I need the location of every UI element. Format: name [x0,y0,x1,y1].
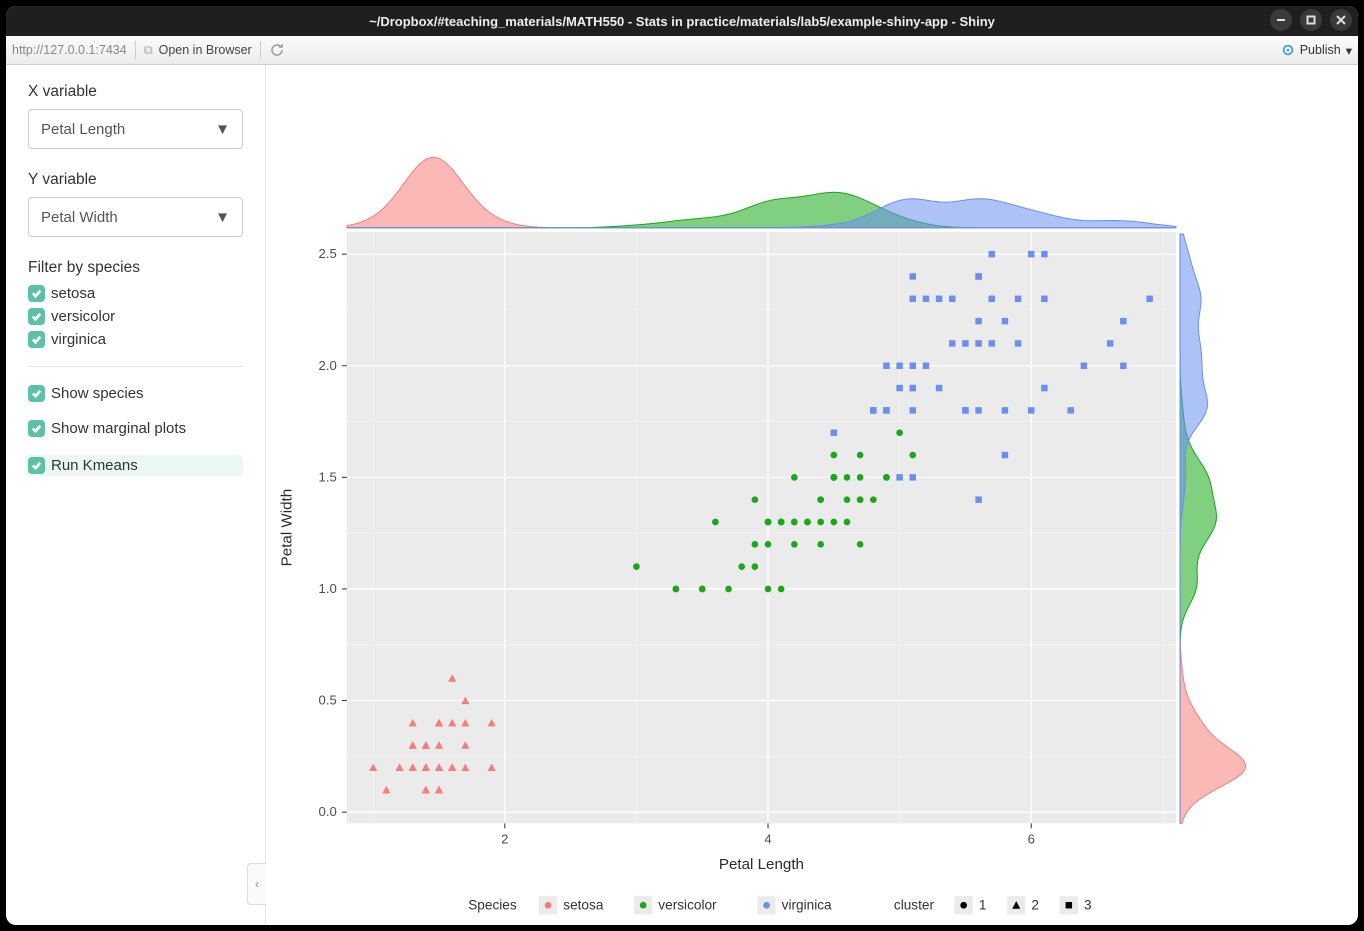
checkbox-show-species[interactable] [28,385,45,402]
xvar-select[interactable]: Petal Length ▼ [28,109,243,149]
svg-text:0.5: 0.5 [319,693,337,708]
window-titlebar: ~/Dropbox/#teaching_materials/MATH550 - … [6,6,1358,36]
svg-text:0.0: 0.0 [319,804,337,819]
scatter-plot: 2 4 6 0.0 0.5 1.0 1.5 2.0 2.5 Petal Length Petal W… [266,65,1358,925]
svg-text:6: 6 [1028,832,1035,847]
plot-area: 2 4 6 0.0 0.5 1.0 1.5 2.0 2.5 Petal Length Petal W… [266,65,1358,925]
svg-text:3: 3 [1084,897,1092,912]
yvar-label: Y variable [28,171,243,189]
minimize-button[interactable] [1270,9,1292,31]
open-in-browser-button[interactable]: Open in Browser [159,43,252,57]
checkbox-show-marginal[interactable] [28,420,45,437]
chevron-down-icon: ▼ [215,121,230,138]
sidebar-collapse-button[interactable]: ‹ [247,863,266,905]
chevron-down-icon: ▾ [1346,43,1352,58]
checkbox-virginica[interactable] [28,331,45,348]
close-button[interactable] [1330,9,1352,31]
browser-toolbar: http://127.0.0.1:7434 ⧉ Open in Browser … [6,36,1358,65]
species-label: versicolor [51,308,115,325]
show-marginal-label: Show marginal plots [51,420,186,437]
popout-icon[interactable]: ⧉ [144,43,153,58]
checkbox-setosa[interactable] [28,285,45,302]
svg-text:2.5: 2.5 [319,246,337,261]
svg-text:setosa: setosa [563,897,604,912]
svg-text:cluster: cluster [894,897,935,912]
divider [28,366,243,367]
run-kmeans-label: Run Kmeans [51,457,138,474]
checkbox-versicolor[interactable] [28,308,45,325]
svg-text:2.0: 2.0 [319,358,337,373]
reload-icon[interactable] [269,42,285,58]
show-species-label: Show species [51,385,144,402]
svg-text:virginica: virginica [782,897,832,912]
svg-text:4: 4 [764,832,771,847]
yvar-select[interactable]: Petal Width ▼ [28,197,243,237]
sidebar: X variable Petal Length ▼ Y variable Pet… [6,65,266,925]
svg-text:versicolor: versicolor [658,897,717,912]
checkbox-run-kmeans[interactable] [28,457,45,474]
svg-text:1.0: 1.0 [319,581,337,596]
svg-text:1.5: 1.5 [319,469,337,484]
species-label: virginica [51,331,106,348]
svg-text:Species: Species [468,897,517,912]
svg-text:2: 2 [1031,897,1039,912]
chevron-down-icon: ▼ [215,209,230,226]
publish-button[interactable]: Publish ▾ [1281,43,1352,58]
window-title: ~/Dropbox/#teaching_materials/MATH550 - … [369,14,995,29]
url-display: http://127.0.0.1:7434 [12,43,127,57]
svg-text:Petal Length: Petal Length [719,856,804,873]
maximize-button[interactable] [1300,9,1322,31]
filter-label: Filter by species [28,259,243,277]
publish-icon [1281,43,1295,57]
xvar-label: X variable [28,83,243,101]
svg-text:Petal Width: Petal Width [278,489,295,567]
svg-text:1: 1 [979,897,987,912]
svg-text:2: 2 [501,832,508,847]
species-label: setosa [51,285,95,302]
